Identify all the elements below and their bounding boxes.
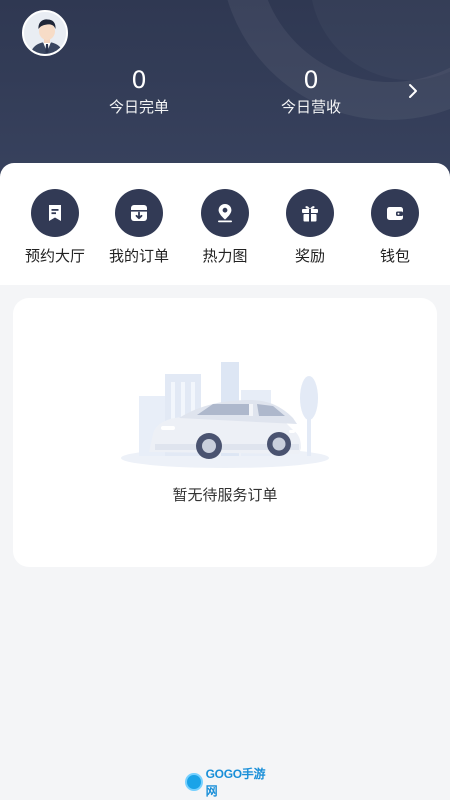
watermark-text: GOGO手游网 [205, 767, 266, 798]
menu-item-label: 钱包 [379, 247, 410, 265]
menu-item-label: 奖励 [294, 247, 325, 265]
my-orders-icon [115, 189, 163, 237]
menu-item-my-orders[interactable]: 我的订单 [97, 189, 181, 266]
heatmap-location-icon [201, 189, 249, 237]
menu-item-wallet[interactable]: 钱包 [353, 189, 437, 266]
pending-orders-card: 暂无待服务订单 [13, 298, 437, 567]
watermark-logo: GOGO手游网 [185, 767, 275, 798]
chevron-right-icon[interactable] [404, 82, 422, 100]
empty-car-illustration [109, 360, 341, 472]
today-revenue-value: 0 [303, 66, 319, 94]
menu-item-label: 热力图 [202, 247, 248, 265]
avatar[interactable] [22, 10, 68, 56]
today-completed-label: 今日完单 [108, 98, 169, 116]
menu-item-booking-hall[interactable]: 预约大厅 [13, 189, 97, 266]
booking-hall-icon [31, 189, 79, 237]
quick-menu: 预约大厅 我的订单 热力图 奖励 钱包 [0, 163, 450, 285]
watermark-circle-icon [185, 773, 203, 791]
today-revenue-label: 今日营收 [280, 98, 341, 116]
today-completed-value: 0 [131, 66, 147, 94]
menu-item-rewards[interactable]: 奖励 [268, 189, 352, 266]
wallet-icon [371, 189, 419, 237]
today-completed-stat[interactable]: 0 今日完单 [79, 66, 199, 118]
menu-item-label: 我的订单 [108, 247, 169, 265]
menu-item-label: 预约大厅 [24, 247, 85, 265]
today-revenue-stat[interactable]: 0 今日营收 [251, 66, 371, 118]
empty-orders-text: 暂无待服务订单 [172, 486, 278, 504]
menu-item-heatmap[interactable]: 热力图 [183, 189, 267, 266]
gift-icon [286, 189, 334, 237]
